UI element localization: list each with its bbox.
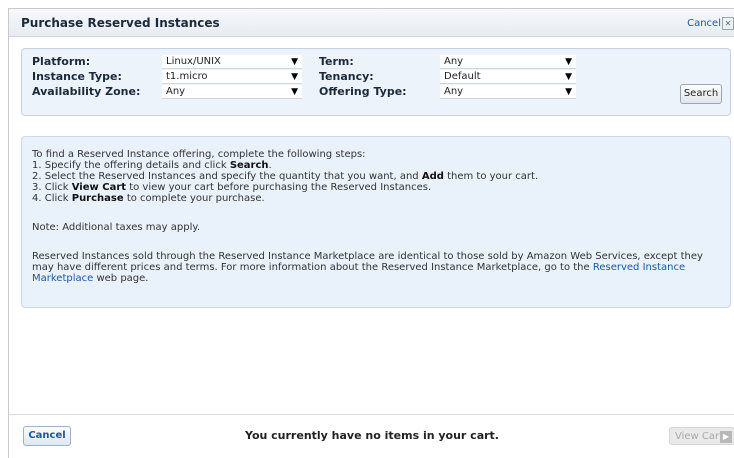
instance-type-select[interactable]: t1.micro ▼ bbox=[162, 70, 302, 84]
tenancy-label: Tenancy: bbox=[319, 70, 374, 83]
instance-type-label: Instance Type: bbox=[32, 70, 122, 83]
chevron-down-icon: ▼ bbox=[291, 87, 298, 97]
chevron-down-icon: ▼ bbox=[565, 87, 572, 97]
platform-value: Linux/UNIX bbox=[166, 56, 221, 67]
availability-zone-label: Availability Zone: bbox=[32, 85, 141, 98]
offering-type-select[interactable]: Any ▼ bbox=[440, 85, 576, 99]
footer-divider bbox=[9, 414, 734, 415]
chevron-down-icon: ▼ bbox=[291, 72, 298, 82]
tenancy-value: Default bbox=[444, 71, 481, 82]
dialog-title-bar: Purchase Reserved Instances Cancel ✕ bbox=[9, 9, 734, 37]
tax-note: Note: Additional taxes may apply. bbox=[32, 222, 201, 233]
platform-select[interactable]: Linux/UNIX ▼ bbox=[162, 55, 302, 69]
availability-zone-value: Any bbox=[166, 86, 186, 97]
chevron-down-icon: ▼ bbox=[565, 57, 572, 67]
chevron-down-icon: ▼ bbox=[565, 72, 572, 82]
chevron-down-icon: ▼ bbox=[291, 57, 298, 67]
instance-type-value: t1.micro bbox=[166, 71, 208, 82]
instruction-step-3: 3. Click View Cart to view your cart bef… bbox=[32, 182, 432, 193]
cancel-link[interactable]: Cancel bbox=[687, 18, 721, 29]
offering-type-label: Offering Type: bbox=[319, 85, 407, 98]
dialog-title: Purchase Reserved Instances bbox=[21, 16, 220, 30]
close-icon[interactable]: ✕ bbox=[722, 17, 734, 30]
term-value: Any bbox=[444, 56, 464, 67]
term-select[interactable]: Any ▼ bbox=[440, 55, 576, 69]
marketplace-note: Reserved Instances sold through the Rese… bbox=[32, 251, 703, 284]
play-arrow-icon: ▶ bbox=[720, 431, 732, 443]
instructions-intro: To find a Reserved Instance offering, co… bbox=[32, 149, 366, 160]
view-cart-label: View Cart bbox=[675, 431, 724, 442]
term-label: Term: bbox=[319, 55, 354, 68]
purchase-dialog: Purchase Reserved Instances Cancel ✕ Pla… bbox=[8, 8, 734, 458]
availability-zone-select[interactable]: Any ▼ bbox=[162, 85, 302, 99]
search-button[interactable]: Search bbox=[680, 84, 722, 104]
instruction-step-2: 2. Select the Reserved Instances and spe… bbox=[32, 171, 539, 182]
platform-label: Platform: bbox=[32, 55, 91, 68]
cart-status-message: You currently have no items in your cart… bbox=[244, 429, 499, 442]
tenancy-select[interactable]: Default ▼ bbox=[440, 70, 576, 84]
instructions-panel: To find a Reserved Instance offering, co… bbox=[21, 136, 731, 308]
instruction-step-4: 4. Click Purchase to complete your purch… bbox=[32, 193, 265, 204]
view-cart-button[interactable]: View Cart ▶ bbox=[669, 427, 734, 445]
instruction-step-1: 1. Specify the offering details and clic… bbox=[32, 160, 272, 171]
offering-type-value: Any bbox=[444, 86, 464, 97]
search-criteria-panel: Platform: Linux/UNIX ▼ Instance Type: t1… bbox=[21, 48, 731, 116]
